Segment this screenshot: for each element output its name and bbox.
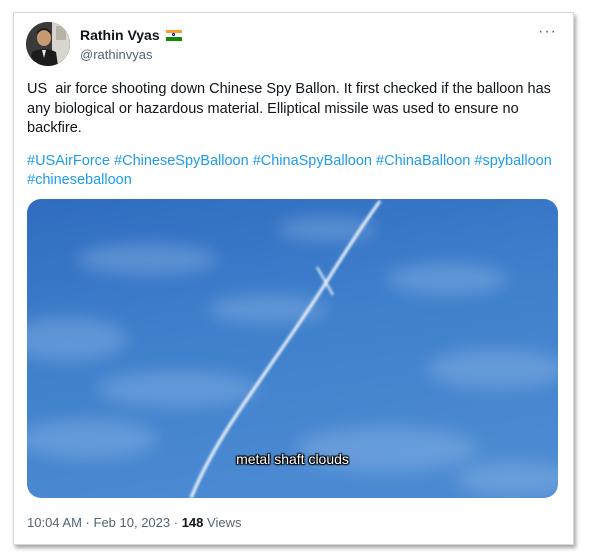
- tweet-metadata: 10:04 AM · Feb 10, 2023 · 148 Views: [27, 515, 241, 530]
- india-flag-icon: [165, 29, 182, 41]
- hashtag-link[interactable]: #chineseballoon: [27, 172, 132, 188]
- views-label: Views: [207, 515, 242, 530]
- display-name[interactable]: Rathin Vyas: [80, 27, 160, 43]
- tweet-card: Rathin Vyas @rathinvyas ··· US air force…: [13, 12, 574, 545]
- tweet-time[interactable]: 10:04 AM: [27, 515, 82, 530]
- meta-separator: ·: [170, 515, 182, 530]
- hashtag-link[interactable]: #USAirForce: [27, 153, 110, 169]
- meta-separator: ·: [81, 515, 94, 530]
- hashtag-link[interactable]: #spyballoon: [474, 153, 551, 169]
- more-horizontal-icon[interactable]: ···: [538, 23, 557, 41]
- video-caption: metal shaft clouds: [236, 451, 349, 467]
- avatar[interactable]: [26, 22, 70, 66]
- hashtag-link[interactable]: #ChineseSpyBalloon: [114, 153, 249, 169]
- tweet-date[interactable]: Feb 10, 2023: [94, 515, 171, 530]
- hashtag-list: #USAirForce #ChineseSpyBalloon #ChinaSpy…: [27, 152, 562, 189]
- avatar-image: [26, 22, 70, 66]
- tweet-text: US air force shooting down Chinese Spy B…: [27, 81, 555, 136]
- handle[interactable]: @rathinvyas: [80, 47, 152, 62]
- hashtag-link[interactable]: #ChinaBalloon: [376, 153, 470, 169]
- hashtag-link[interactable]: #ChinaSpyBalloon: [253, 153, 372, 169]
- views-count: 148: [181, 515, 204, 530]
- author-row: Rathin Vyas: [80, 27, 182, 43]
- tweet-video[interactable]: metal shaft clouds: [27, 199, 558, 498]
